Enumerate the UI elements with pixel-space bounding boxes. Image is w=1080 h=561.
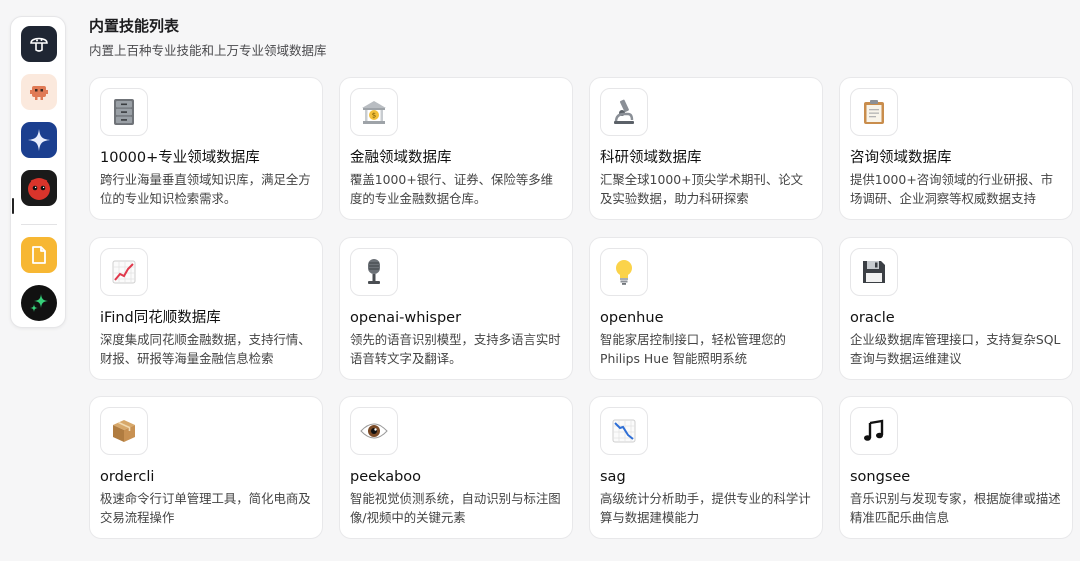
skill-card[interactable]: 咨询领域数据库 提供1000+咨询领域的行业研报、市场调研、企业洞察等权威数据支… <box>839 77 1073 220</box>
dock-separator <box>21 224 57 225</box>
skill-card[interactable]: oracle 企业级数据库管理接口，支持复杂SQL查询与数据运维建议 <box>839 237 1073 380</box>
dock-app-mushroom[interactable] <box>21 26 57 62</box>
package-icon <box>100 407 148 455</box>
dock-app-robot[interactable] <box>21 74 57 110</box>
monster-icon <box>24 173 54 203</box>
skill-description: 覆盖1000+银行、证券、保险等多维度的专业金融数据仓库。 <box>350 172 553 206</box>
clipboard-icon <box>850 88 898 136</box>
skill-description: 提供1000+咨询领域的行业研报、市场调研、企业洞察等权威数据支持 <box>850 172 1053 206</box>
skill-description: 智能视觉侦测系统，自动识别与标注图像/视频中的关键元素 <box>350 491 561 525</box>
eye-icon <box>350 407 398 455</box>
skill-title: 金融领域数据库 <box>350 150 452 166</box>
skill-description: 跨行业海量垂直领域知识库，满足全方位的专业知识检索需求。 <box>100 172 311 206</box>
skill-description: 领先的语音识别模型，支持多语言实时语音转文字及翻译。 <box>350 332 561 366</box>
skill-description: 音乐识别与发现专家，根据旋律或描述精准匹配乐曲信息 <box>850 491 1061 525</box>
skill-title: ordercli <box>100 469 155 485</box>
skill-title: openai-whisper <box>350 310 462 326</box>
skill-card[interactable]: songsee 音乐识别与发现专家，根据旋律或描述精准匹配乐曲信息 <box>839 396 1073 539</box>
page-title: 内置技能列表 <box>89 17 180 35</box>
skill-card[interactable]: openhue 智能家居控制接口，轻松管理您的 Philips Hue 智能照明… <box>589 237 823 380</box>
light-bulb-icon <box>600 248 648 296</box>
skill-description: 汇聚全球1000+顶尖学术期刊、论文及实验数据，助力科研探索 <box>600 172 803 206</box>
microscope-icon <box>600 88 648 136</box>
file-cabinet-icon <box>100 88 148 136</box>
music-note-icon <box>850 407 898 455</box>
skill-title: 科研领域数据库 <box>600 150 702 166</box>
skill-title: sag <box>600 469 626 485</box>
skill-card[interactable]: peekaboo 智能视觉侦测系统，自动识别与标注图像/视频中的关键元素 <box>339 396 573 539</box>
skill-description: 高级统计分析助手，提供专业的科学计算与数据建模能力 <box>600 491 811 525</box>
skill-card[interactable]: openai-whisper 领先的语音识别模型，支持多语言实时语音转文字及翻译… <box>339 237 573 380</box>
stars-icon <box>27 291 51 315</box>
skill-description: 企业级数据库管理接口，支持复杂SQL查询与数据运维建议 <box>850 332 1061 366</box>
skill-card[interactable]: ordercli 极速命令行订单管理工具，简化电商及交易流程操作 <box>89 396 323 539</box>
dock-app-stars[interactable] <box>21 285 57 321</box>
robot-icon <box>27 80 51 104</box>
skill-card[interactable]: 10000+专业领域数据库 跨行业海量垂直领域知识库，满足全方位的专业知识检索需… <box>89 77 323 220</box>
mushroom-icon <box>28 33 50 55</box>
skill-card[interactable]: $ 金融领域数据库 覆盖1000+银行、证券、保险等多维度的专业金融数据仓库。 <box>339 77 573 220</box>
chart-up-icon <box>100 248 148 296</box>
skill-description: 深度集成同花顺金融数据，支持行情、财报、研报等海量金融信息检索 <box>100 332 311 366</box>
dock-app-sparkle[interactable] <box>21 122 57 158</box>
bank-icon: $ <box>350 88 398 136</box>
skill-description: 极速命令行订单管理工具，简化电商及交易流程操作 <box>100 491 311 525</box>
dock-app-monster[interactable] <box>21 170 57 206</box>
document-icon <box>28 244 50 266</box>
active-app-indicator <box>12 198 14 214</box>
skill-title: 10000+专业领域数据库 <box>100 150 260 166</box>
skill-card[interactable]: 科研领域数据库 汇聚全球1000+顶尖学术期刊、论文及实验数据，助力科研探索 <box>589 77 823 220</box>
skill-title: songsee <box>850 469 911 485</box>
skill-card[interactable]: sag 高级统计分析助手，提供专业的科学计算与数据建模能力 <box>589 396 823 539</box>
page-subtitle: 内置上百种专业技能和上万专业领域数据库 <box>89 43 327 58</box>
microphone-icon <box>350 248 398 296</box>
skill-card[interactable]: iFind同花顺数据库 深度集成同花顺金融数据，支持行情、财报、研报等海量金融信… <box>89 237 323 380</box>
chart-down-icon <box>600 407 648 455</box>
skill-title: iFind同花顺数据库 <box>100 310 221 326</box>
skill-title: oracle <box>850 310 895 326</box>
dock-app-notes[interactable] <box>21 237 57 273</box>
sparkle-icon <box>26 127 52 153</box>
app-dock <box>10 16 66 328</box>
skill-title: peekaboo <box>350 469 422 485</box>
skill-description: 智能家居控制接口，轻松管理您的 Philips Hue 智能照明系统 <box>600 332 786 366</box>
svg-text:$: $ <box>372 112 376 120</box>
skill-title: openhue <box>600 310 664 326</box>
skill-title: 咨询领域数据库 <box>850 150 952 166</box>
floppy-disk-icon <box>850 248 898 296</box>
